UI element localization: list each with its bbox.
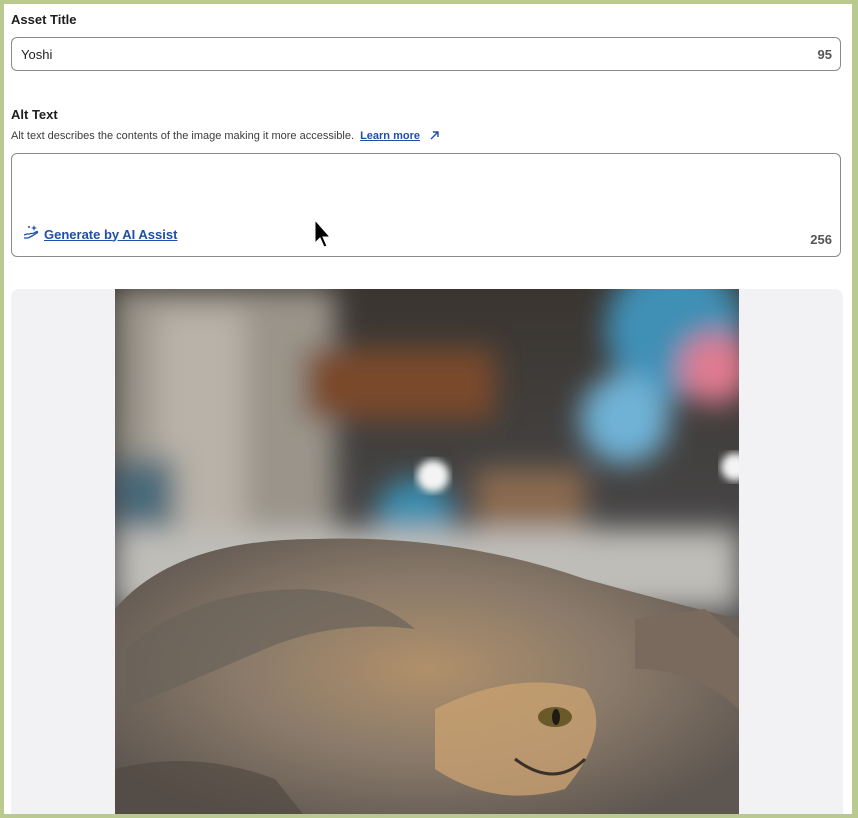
alt-text-char-counter: 256	[810, 232, 832, 247]
cat-photo	[115, 289, 739, 814]
asset-details-panel: Asset Title Yoshi 95 Alt Text Alt text d…	[4, 4, 852, 814]
alt-text-textarea[interactable]: Generate by AI Assist 256	[11, 153, 841, 257]
alt-text-help-text: Alt text describes the contents of the i…	[11, 130, 354, 142]
asset-title-label: Asset Title	[11, 12, 77, 27]
image-preview-area	[11, 289, 843, 814]
asset-title-char-counter: 95	[817, 47, 832, 62]
alt-text-help: Alt text describes the contents of the i…	[11, 130, 440, 144]
generate-ai-assist-link[interactable]: Generate by AI Assist	[23, 224, 177, 244]
learn-more-link[interactable]: Learn more	[360, 130, 420, 142]
external-link-icon[interactable]	[429, 130, 440, 144]
alt-text-label: Alt Text	[11, 107, 58, 122]
asset-title-input[interactable]: Yoshi 95	[11, 37, 841, 71]
mouse-cursor-icon	[314, 218, 332, 254]
generate-ai-assist-label: Generate by AI Assist	[44, 226, 178, 242]
ai-assist-hand-icon	[23, 224, 40, 244]
asset-title-value: Yoshi	[21, 47, 53, 62]
